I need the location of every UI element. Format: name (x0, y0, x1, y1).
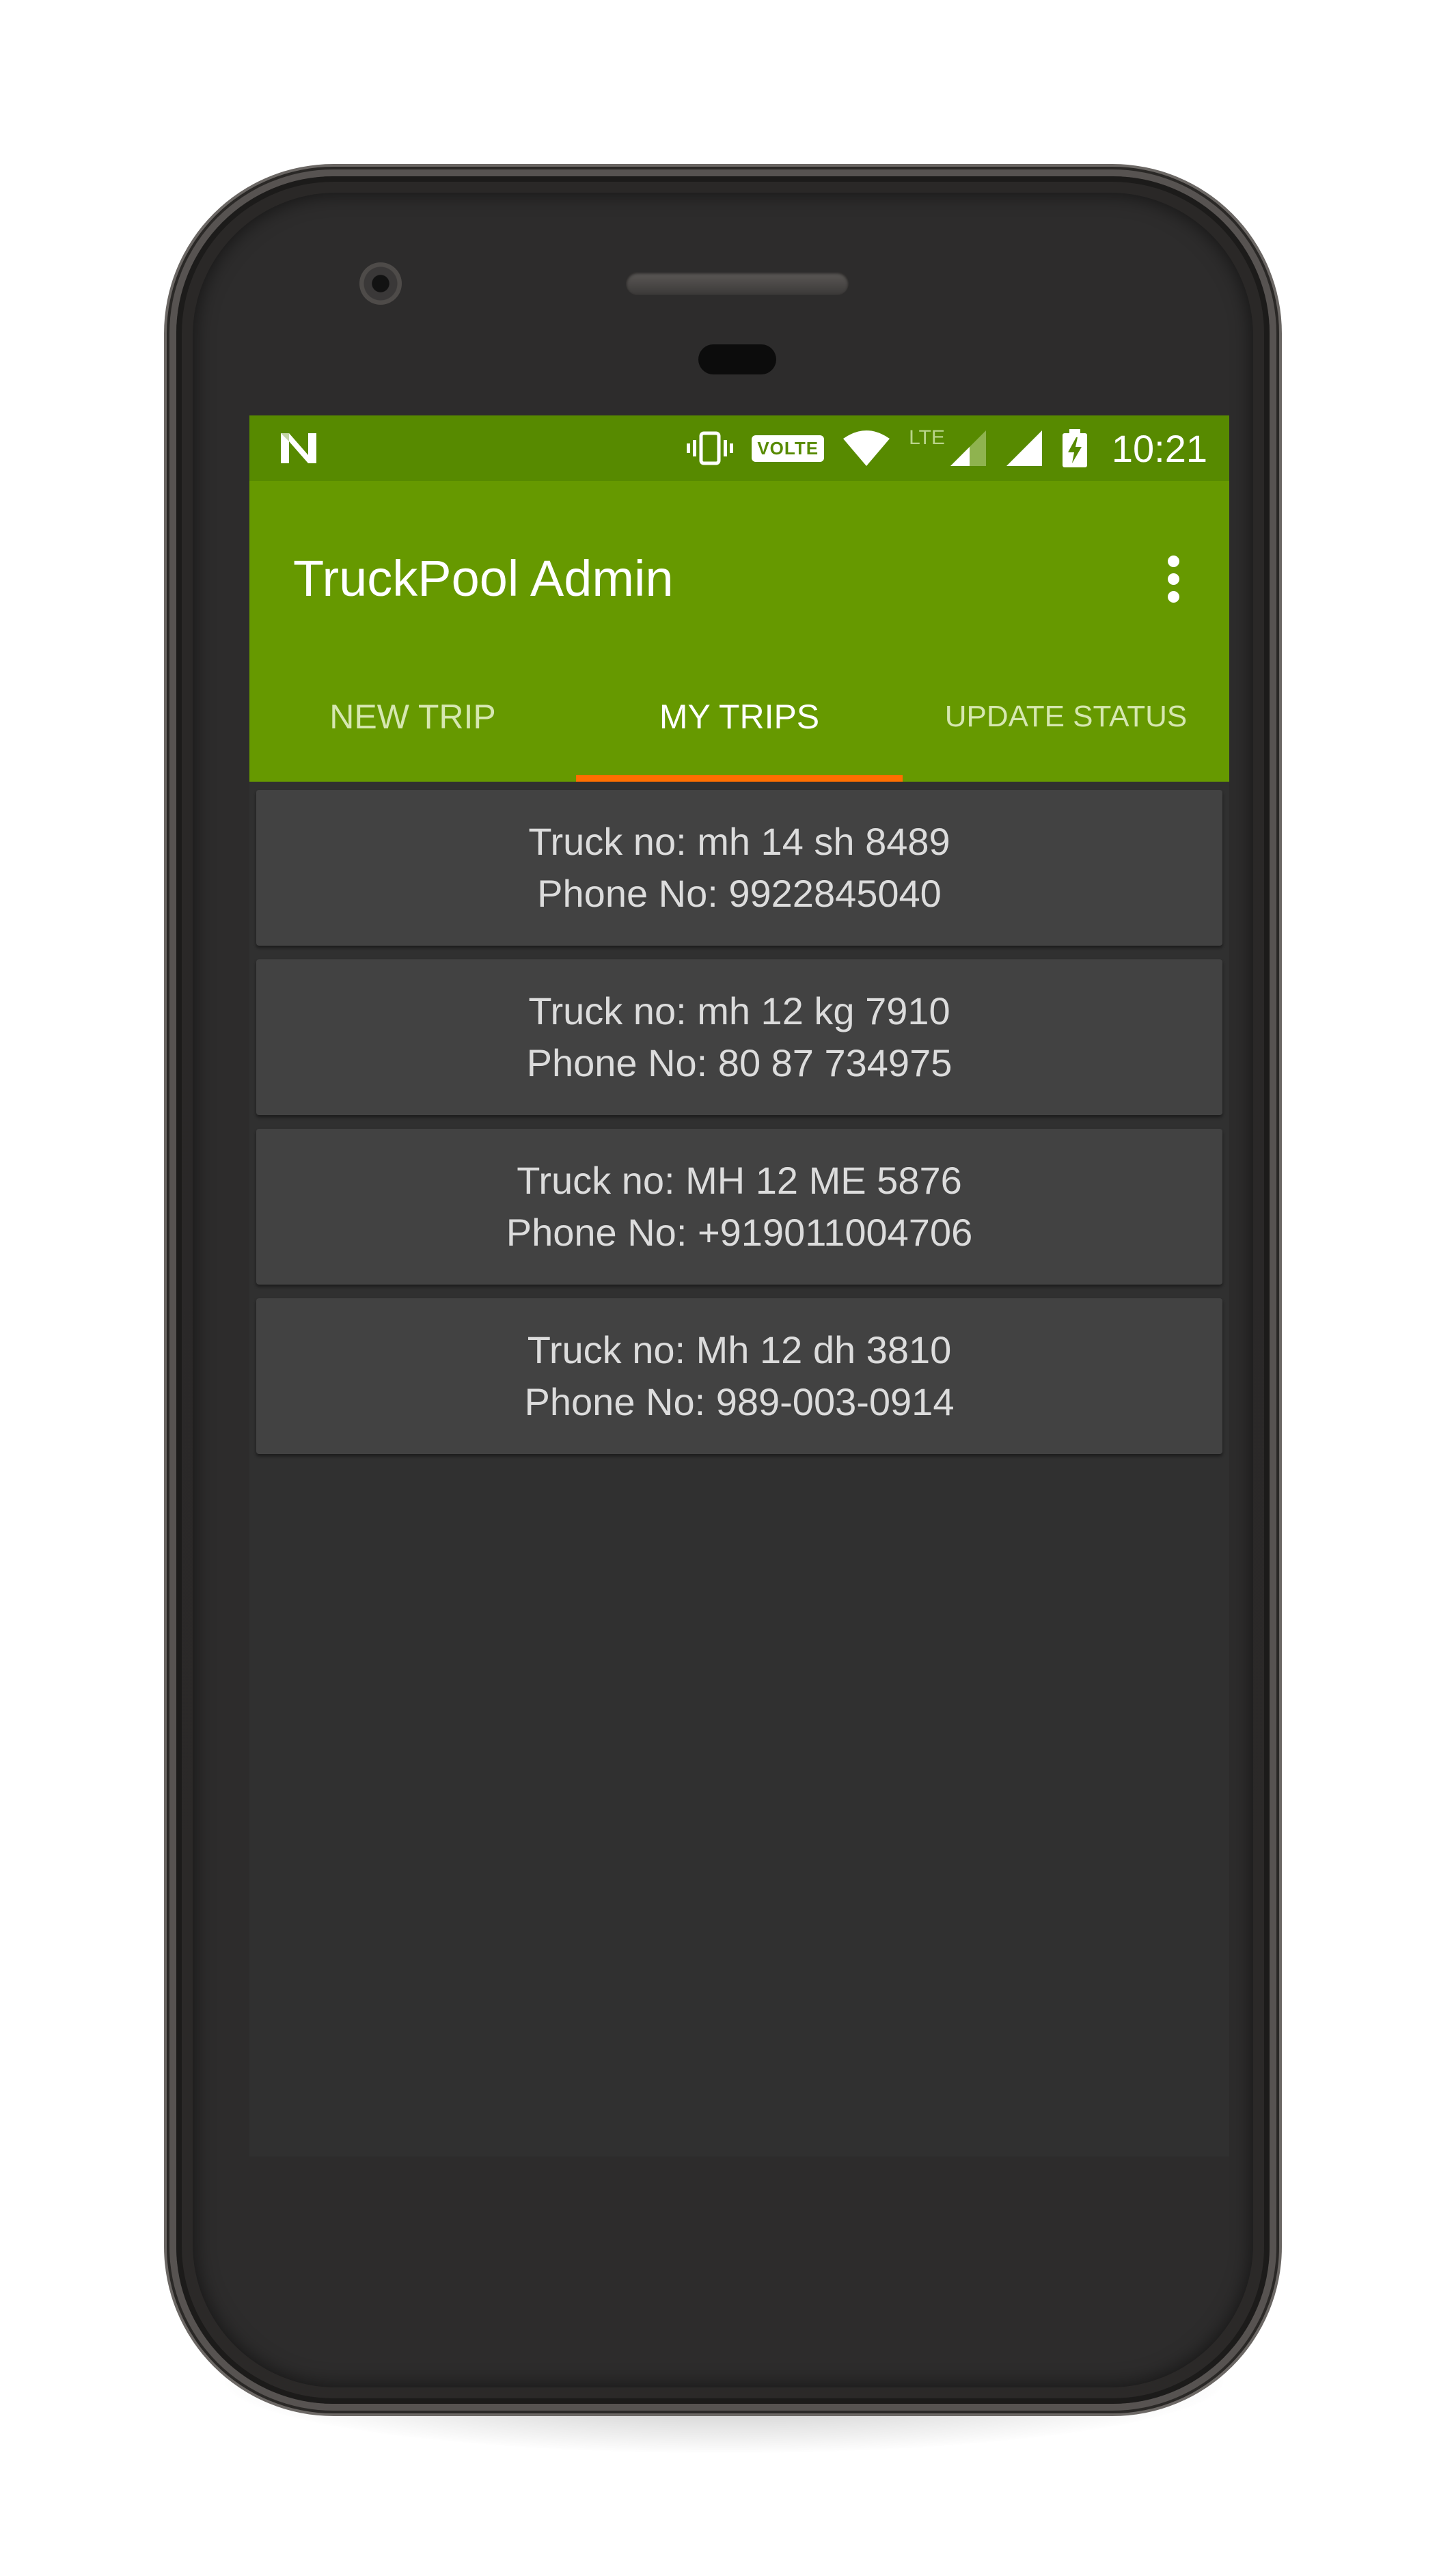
active-tab-indicator (576, 775, 903, 782)
battery-charging-icon (1062, 429, 1087, 467)
tab-update-status-label: UPDATE STATUS (944, 700, 1188, 733)
list-item[interactable]: Truck no: mh 14 sh 8489 Phone No: 992284… (256, 790, 1222, 946)
status-icons: VOLTE LTE 10:21 (686, 415, 1207, 481)
trip-list: Truck no: mh 14 sh 8489 Phone No: 992284… (256, 790, 1222, 1468)
app-title: TruckPool Admin (293, 550, 674, 607)
phone-face: VOLTE LTE 10:21 TruckPool Admin NEW TRIP… (193, 193, 1253, 2387)
n-notification-icon (281, 433, 316, 463)
status-bar: VOLTE LTE 10:21 (249, 415, 1229, 481)
app-bar: TruckPool Admin NEW TRIP MY TRIPS UPDATE… (249, 481, 1229, 782)
front-camera (359, 262, 402, 305)
list-item[interactable]: Truck no: mh 12 kg 7910 Phone No: 80 87 … (256, 959, 1222, 1115)
device-mockup: VOLTE LTE 10:21 TruckPool Admin NEW TRIP… (0, 0, 1452, 2576)
tab-my-trips[interactable]: MY TRIPS (576, 652, 903, 782)
volte-badge: VOLTE (752, 435, 825, 462)
signal-icon-2 (1006, 430, 1042, 466)
signal-icon (950, 430, 986, 466)
tab-update-status[interactable]: UPDATE STATUS (903, 652, 1229, 782)
tab-bar: NEW TRIP MY TRIPS UPDATE STATUS (249, 652, 1229, 782)
vibrate-icon (687, 431, 734, 465)
truck-number: Truck no: mh 12 kg 7910 (528, 989, 950, 1032)
phone-number: Phone No: +919011004706 (506, 1211, 973, 1254)
network-type: LTE (909, 426, 945, 449)
wifi-icon (843, 430, 890, 466)
list-item[interactable]: Truck no: MH 12 ME 5876 Phone No: +91901… (256, 1129, 1222, 1285)
phone-number: Phone No: 989-003-0914 (524, 1380, 955, 1423)
screen: VOLTE LTE 10:21 TruckPool Admin NEW TRIP… (249, 415, 1229, 2156)
tab-new-trip-label: NEW TRIP (329, 698, 496, 736)
phone-number: Phone No: 80 87 734975 (526, 1041, 953, 1084)
proximity-sensor (698, 344, 776, 374)
phone-number: Phone No: 9922845040 (537, 872, 942, 915)
phone-body: VOLTE LTE 10:21 TruckPool Admin NEW TRIP… (176, 176, 1270, 2404)
list-item[interactable]: Truck no: Mh 12 dh 3810 Phone No: 989-00… (256, 1298, 1222, 1454)
truck-number: Truck no: mh 14 sh 8489 (528, 820, 950, 863)
status-clock: 10:21 (1111, 426, 1207, 470)
truck-number: Truck no: MH 12 ME 5876 (517, 1159, 962, 1202)
tab-new-trip[interactable]: NEW TRIP (249, 652, 576, 782)
earpiece-speaker (626, 272, 849, 295)
overflow-menu-icon[interactable] (1153, 549, 1194, 618)
tab-my-trips-label: MY TRIPS (659, 698, 820, 736)
truck-number: Truck no: Mh 12 dh 3810 (527, 1328, 952, 1371)
